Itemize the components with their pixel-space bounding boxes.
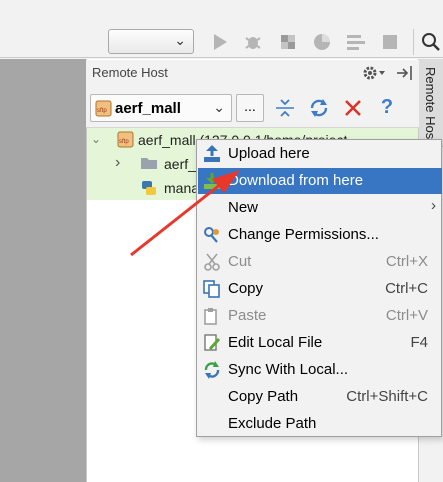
chevron-down-icon: ⌄ — [213, 99, 225, 115]
refresh-icon[interactable] — [308, 97, 330, 119]
toolbar-divider — [413, 29, 414, 55]
close-icon[interactable] — [342, 97, 364, 119]
menu-item-edit-local-file[interactable]: Edit Local File F4 — [198, 330, 442, 356]
debug-icon[interactable] — [242, 31, 264, 53]
menu-item-label: Upload here — [228, 145, 310, 162]
paste-icon — [203, 307, 221, 325]
more-button[interactable]: ... — [236, 94, 264, 122]
menu-item-label: Copy Path — [228, 388, 299, 405]
sftp-icon: sftp — [117, 131, 134, 148]
menu-item-shortcut: Ctrl+V — [385, 307, 428, 324]
stop-icon[interactable] — [379, 31, 401, 53]
context-menu: Upload here Download from here New › Cha… — [196, 139, 442, 437]
menu-item-exclude-path[interactable]: Exclude Path — [198, 411, 442, 437]
menu-item-label: Copy — [228, 280, 264, 297]
menu-item-upload-here[interactable]: Upload here — [198, 141, 442, 167]
menu-item-label: Exclude Path — [228, 415, 317, 432]
tree-folder-label: aerf_ — [164, 156, 196, 172]
build-icon[interactable] — [345, 31, 367, 53]
menu-item-label: Sync With Local... — [228, 361, 349, 378]
menu-item-change-permissions[interactable]: Change Permissions... — [198, 222, 442, 248]
submenu-arrow-icon: › — [431, 197, 436, 214]
chevron-down-icon: ⌄ — [91, 132, 102, 146]
profile-icon[interactable] — [311, 31, 333, 53]
chevron-right-icon: › — [115, 154, 121, 171]
scissors-icon — [203, 253, 221, 271]
folder-icon — [140, 156, 158, 170]
edit-file-icon — [203, 334, 221, 352]
sftp-icon: sftp — [95, 100, 112, 117]
menu-item-shortcut: Ctrl+Shift+C — [346, 388, 428, 405]
menu-item-shortcut: Ctrl+X — [385, 253, 428, 270]
menu-item-copy[interactable]: Copy Ctrl+C — [198, 276, 442, 302]
hide-panel-icon[interactable] — [395, 64, 415, 82]
help-icon[interactable]: ? — [376, 96, 398, 120]
menu-item-shortcut: Ctrl+C — [385, 280, 428, 297]
menu-item-cut[interactable]: Cut Ctrl+X — [198, 249, 442, 275]
permissions-icon — [203, 226, 221, 244]
side-tab-label: Remote Host — [423, 67, 438, 143]
menu-item-download-from-here[interactable]: Download from here — [198, 168, 442, 194]
run-icon[interactable] — [209, 31, 231, 53]
menu-item-shortcut: F4 — [410, 334, 428, 351]
editor-gutter — [0, 59, 86, 482]
menu-item-label: Change Permissions... — [228, 226, 379, 243]
copy-icon — [203, 280, 221, 298]
coverage-icon[interactable] — [277, 31, 299, 53]
gear-icon[interactable] — [362, 64, 386, 82]
menu-item-copy-path[interactable]: Copy Path Ctrl+Shift+C — [198, 384, 442, 410]
svg-text:sftp: sftp — [97, 108, 107, 114]
host-select[interactable]: sftp aerf_mall ⌄ — [90, 94, 232, 122]
menu-item-sync-with-local[interactable]: Sync With Local... — [198, 357, 442, 383]
host-name: aerf_mall — [115, 100, 181, 117]
python-file-icon — [140, 179, 158, 197]
menu-item-label: Cut — [228, 253, 252, 270]
menu-item-label: New — [228, 199, 259, 216]
svg-text:sftp: sftp — [119, 139, 129, 145]
upload-icon — [203, 145, 221, 163]
menu-item-label: Paste — [228, 307, 267, 324]
menu-item-label: Edit Local File — [228, 334, 323, 351]
tree-file-label: mana — [164, 180, 200, 196]
chevron-down-icon: ⌄ — [174, 32, 186, 48]
collapse-all-icon[interactable] — [274, 97, 296, 119]
panel-title: Remote Host — [92, 65, 168, 80]
download-icon — [203, 172, 221, 190]
run-configuration-select[interactable]: ⌄ — [108, 29, 194, 54]
search-icon[interactable] — [420, 31, 442, 53]
remote-host-side-tab[interactable]: Remote Host — [419, 59, 443, 147]
sync-icon — [203, 361, 221, 379]
menu-item-paste[interactable]: Paste Ctrl+V — [198, 303, 442, 329]
menu-item-label: Download from here — [228, 172, 364, 189]
menu-item-new[interactable]: New › — [198, 195, 442, 221]
